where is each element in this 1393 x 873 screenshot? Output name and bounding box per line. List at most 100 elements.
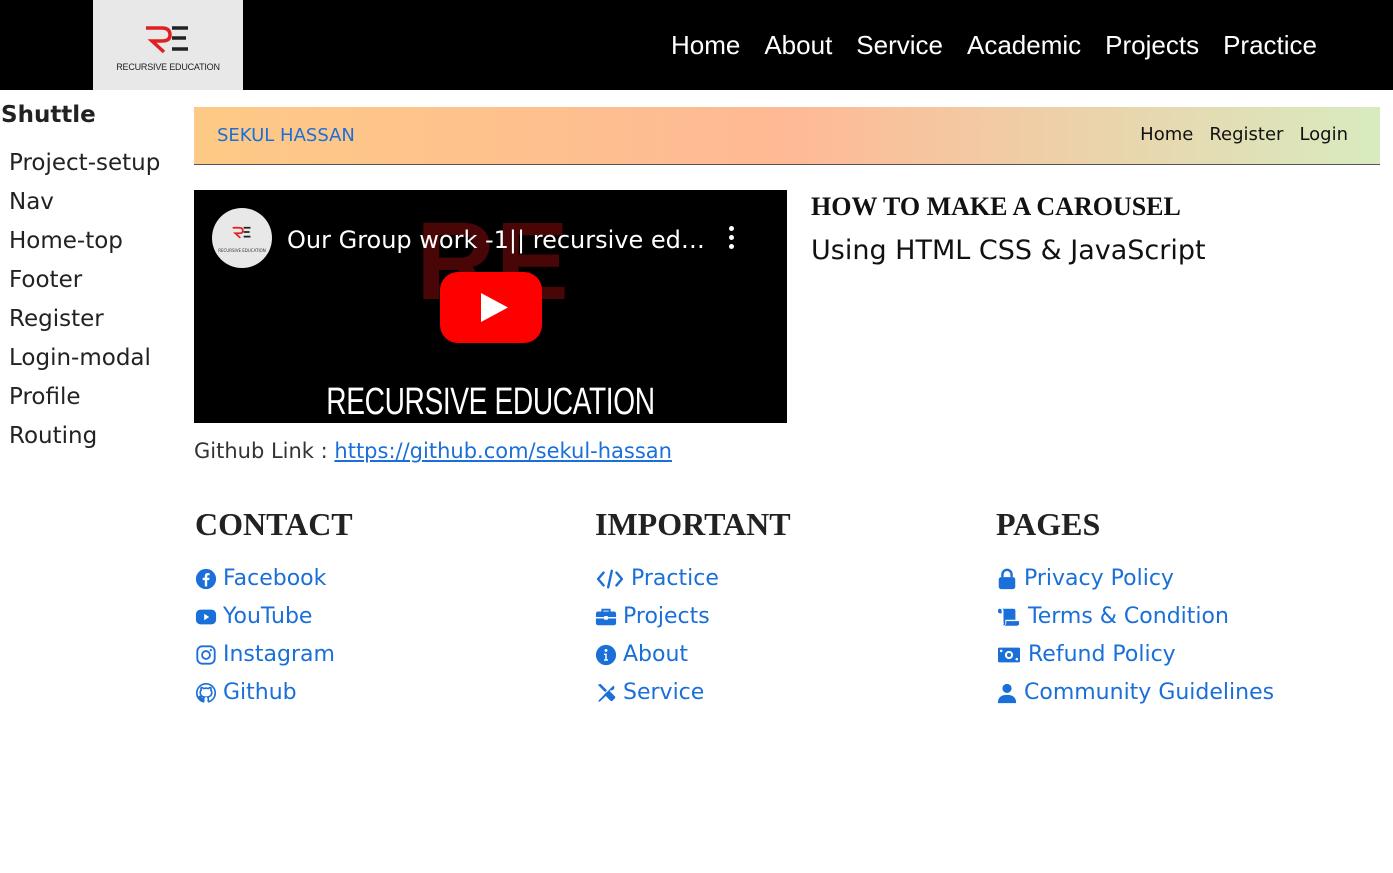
footer-contact: CONTACT Facebook YouTube Instagram Githu… xyxy=(195,505,353,712)
sidebar-link-project-setup[interactable]: Project-setup xyxy=(9,150,160,176)
user-icon xyxy=(997,683,1017,704)
list-item: Instagram xyxy=(195,636,353,674)
sidebar-link-nav[interactable]: Nav xyxy=(9,189,54,215)
sidebar-link-profile[interactable]: Profile xyxy=(9,384,81,410)
practice-label: Practice xyxy=(631,566,719,591)
top-navbar: RECURSIVE EDUCATION Home About Service A… xyxy=(0,0,1393,90)
footer-pages: PAGES Privacy Policy Terms & Condition R… xyxy=(996,505,1274,712)
list-item: Projects xyxy=(595,598,791,636)
more-options-icon[interactable] xyxy=(726,226,736,254)
nav-service[interactable]: Service xyxy=(856,28,943,62)
practice-link[interactable]: Practice xyxy=(595,565,719,593)
privacy-policy-link[interactable]: Privacy Policy xyxy=(996,565,1174,593)
footer-important: IMPORTANT Practice Projects About Servic… xyxy=(595,505,791,712)
service-link[interactable]: Service xyxy=(595,679,704,707)
youtube-link[interactable]: YouTube xyxy=(195,603,312,631)
site-logo[interactable]: RECURSIVE EDUCATION xyxy=(93,0,243,90)
about-label: About xyxy=(623,642,689,667)
service-label: Service xyxy=(623,680,705,705)
nav-about[interactable]: About xyxy=(764,28,832,62)
sidebar-item: Register xyxy=(9,304,160,343)
about-link[interactable]: About xyxy=(595,641,688,669)
privacy-policy-label: Privacy Policy xyxy=(1024,566,1174,591)
list-item: Service xyxy=(595,674,791,712)
demo-nav-login[interactable]: Login xyxy=(1299,123,1348,147)
nav-projects[interactable]: Projects xyxy=(1105,28,1199,62)
github-icon xyxy=(195,683,217,703)
main-nav: Home About Service Academic Projects Pra… xyxy=(671,28,1317,62)
demo-navbar: SEKUL HASSAN Home Register Login xyxy=(194,107,1380,165)
instagram-icon xyxy=(196,645,216,665)
demo-navbar-brand[interactable]: SEKUL HASSAN xyxy=(217,124,355,148)
lock-icon xyxy=(998,568,1016,590)
briefcase-icon xyxy=(595,608,617,626)
sidebar-link-routing[interactable]: Routing xyxy=(9,423,97,449)
sidebar-list: Project-setup Nav Home-top Footer Regist… xyxy=(9,148,160,460)
instagram-label: Instagram xyxy=(223,642,335,667)
sidebar-item: Home-top xyxy=(9,226,160,265)
youtube-label: YouTube xyxy=(223,604,313,629)
nav-home[interactable]: Home xyxy=(671,28,740,62)
projects-link[interactable]: Projects xyxy=(595,603,710,631)
demo-navbar-links: Home Register Login xyxy=(1140,123,1348,147)
page-subheading: Using HTML CSS & JavaScript xyxy=(811,235,1206,266)
refund-policy-link[interactable]: Refund Policy xyxy=(996,641,1176,669)
sidebar-item: Profile xyxy=(9,382,160,421)
channel-avatar[interactable]: RECURSIVE EDUCATION xyxy=(212,208,272,268)
sidebar-item: Footer xyxy=(9,265,160,304)
list-item: Community Guidelines xyxy=(996,674,1274,712)
scroll-icon xyxy=(998,608,1020,626)
youtube-embed[interactable]: RE RECURSIVE EDUCATION Our Group work -1… xyxy=(194,190,787,423)
list-item: Practice xyxy=(595,560,791,598)
terms-link[interactable]: Terms & Condition xyxy=(996,603,1229,631)
youtube-icon xyxy=(195,609,217,625)
sidebar-link-login-modal[interactable]: Login-modal xyxy=(9,345,151,371)
channel-avatar-text: RECURSIVE EDUCATION xyxy=(218,248,266,253)
sidebar-item: Project-setup xyxy=(9,148,160,187)
list-item: About xyxy=(595,636,791,674)
nav-academic[interactable]: Academic xyxy=(967,28,1081,62)
sidebar-link-footer[interactable]: Footer xyxy=(9,267,82,293)
page-heading: HOW TO MAKE A CAROUSEL xyxy=(811,192,1181,221)
facebook-icon xyxy=(195,568,217,590)
github-link[interactable]: https://github.com/sekul-hassan xyxy=(334,439,672,463)
footer-important-title: IMPORTANT xyxy=(595,506,791,542)
nav-practice[interactable]: Practice xyxy=(1223,28,1317,62)
github-link-row: Github Link : https://github.com/sekul-h… xyxy=(194,437,672,465)
facebook-label: Facebook xyxy=(223,566,327,591)
github-link-label: Github Link : xyxy=(194,439,335,463)
video-caption: RECURSIVE EDUCATION xyxy=(326,381,655,423)
logo-text: RECURSIVE EDUCATION xyxy=(116,62,220,72)
footer-pages-title: PAGES xyxy=(996,506,1101,542)
list-item: Facebook xyxy=(195,560,353,598)
sidebar-link-register[interactable]: Register xyxy=(9,306,104,332)
money-icon xyxy=(998,647,1020,663)
re-logo-icon xyxy=(146,26,188,54)
community-guidelines-link[interactable]: Community Guidelines xyxy=(996,679,1274,707)
instagram-link[interactable]: Instagram xyxy=(195,641,335,669)
github-footer-link[interactable]: Github xyxy=(195,679,297,707)
list-item: Terms & Condition xyxy=(996,598,1274,636)
video-title[interactable]: Our Group work -1|| recursive education xyxy=(287,224,707,256)
terms-label: Terms & Condition xyxy=(1028,604,1229,629)
demo-nav-register[interactable]: Register xyxy=(1209,123,1283,147)
list-item: Refund Policy xyxy=(996,636,1274,674)
sidebar-item: Routing xyxy=(9,421,160,460)
projects-label: Projects xyxy=(623,604,710,629)
play-button-icon[interactable] xyxy=(440,272,542,343)
re-logo-icon xyxy=(232,226,251,239)
code-icon xyxy=(596,569,624,589)
list-item: Github xyxy=(195,674,353,712)
sidebar-item: Login-modal xyxy=(9,343,160,382)
github-label: Github xyxy=(223,680,297,705)
list-item: Privacy Policy xyxy=(996,560,1274,598)
sidebar-link-home-top[interactable]: Home-top xyxy=(9,228,123,254)
info-icon xyxy=(595,644,617,666)
demo-nav-home[interactable]: Home xyxy=(1140,123,1193,147)
community-guidelines-label: Community Guidelines xyxy=(1024,680,1275,705)
footer-contact-title: CONTACT xyxy=(195,506,353,542)
tools-icon xyxy=(597,683,616,702)
facebook-link[interactable]: Facebook xyxy=(195,565,326,593)
sidebar-item: Nav xyxy=(9,187,160,226)
sidebar-title: Shuttle xyxy=(1,102,96,128)
